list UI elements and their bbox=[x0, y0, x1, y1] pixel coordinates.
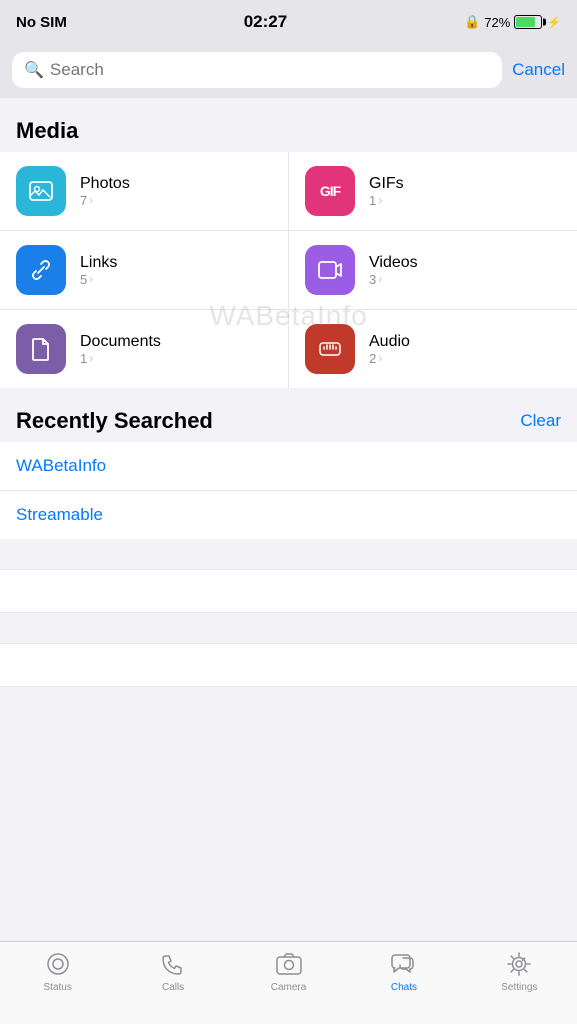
links-icon bbox=[16, 245, 66, 295]
search-input[interactable] bbox=[50, 60, 490, 80]
videos-icon bbox=[305, 245, 355, 295]
search-bar: 🔍 Cancel bbox=[0, 44, 577, 98]
lock-icon: 🔒 bbox=[464, 14, 480, 30]
audio-info: Audio 2 › bbox=[369, 333, 410, 366]
photos-count: 7 › bbox=[80, 193, 130, 208]
documents-label: Documents bbox=[80, 333, 161, 351]
photos-info: Photos 7 › bbox=[80, 175, 130, 208]
videos-info: Videos 3 › bbox=[369, 254, 418, 287]
documents-info: Documents 1 › bbox=[80, 333, 161, 366]
videos-count: 3 › bbox=[369, 272, 418, 287]
media-item-audio[interactable]: Audio 2 › bbox=[289, 310, 577, 388]
media-row-2: Links 5 › Videos 3 › bbox=[0, 231, 577, 310]
gifs-label: GIFs bbox=[369, 175, 404, 193]
time-label: 02:27 bbox=[244, 12, 287, 32]
camera-tab-icon bbox=[275, 950, 303, 978]
videos-label: Videos bbox=[369, 254, 418, 272]
recently-searched-title: Recently Searched bbox=[16, 408, 213, 434]
recent-search-wabetainfo[interactable]: WABetaInfo bbox=[0, 442, 577, 491]
audio-label: Audio bbox=[369, 333, 410, 351]
media-row-1: Photos 7 › GIF GIFs 1 › bbox=[0, 152, 577, 231]
gifs-info: GIFs 1 › bbox=[369, 175, 404, 208]
status-tab-label: Status bbox=[44, 982, 72, 993]
tab-bar: Status Calls Camera Chats Settings bbox=[0, 941, 577, 1024]
media-row-3: Documents 1 › Audio 2 › bbox=[0, 310, 577, 388]
chats-tab-label: Chats bbox=[391, 982, 417, 993]
media-item-photos[interactable]: Photos 7 › bbox=[0, 152, 289, 230]
empty-section-2 bbox=[0, 643, 577, 687]
gifs-icon: GIF bbox=[305, 166, 355, 216]
tab-calls[interactable]: Calls bbox=[115, 950, 230, 993]
tab-settings[interactable]: Settings bbox=[462, 950, 577, 993]
tab-status[interactable]: Status bbox=[0, 950, 115, 993]
media-item-documents[interactable]: Documents 1 › bbox=[0, 310, 289, 388]
cancel-button[interactable]: Cancel bbox=[512, 60, 565, 80]
media-item-videos[interactable]: Videos 3 › bbox=[289, 231, 577, 309]
gifs-count: 1 › bbox=[369, 193, 404, 208]
documents-icon bbox=[16, 324, 66, 374]
carrier-label: No SIM bbox=[16, 14, 67, 31]
links-count: 5 › bbox=[80, 272, 117, 287]
media-section-header: Media bbox=[0, 98, 577, 152]
battery-icon bbox=[514, 15, 542, 29]
documents-count: 1 › bbox=[80, 351, 161, 366]
recent-search-streamable[interactable]: Streamable bbox=[0, 491, 577, 539]
chats-tab-icon bbox=[390, 950, 418, 978]
status-right: 🔒 72% ⚡ bbox=[464, 14, 561, 30]
recent-search-list: WABetaInfo Streamable bbox=[0, 442, 577, 539]
links-label: Links bbox=[80, 254, 117, 272]
tab-chats[interactable]: Chats bbox=[346, 950, 461, 993]
search-input-wrapper[interactable]: 🔍 bbox=[12, 52, 502, 88]
status-bar: No SIM 02:27 🔒 72% ⚡ bbox=[0, 0, 577, 44]
calls-tab-icon bbox=[159, 950, 187, 978]
empty-section-1 bbox=[0, 569, 577, 613]
recently-searched-header: Recently Searched Clear bbox=[0, 388, 577, 442]
media-item-links[interactable]: Links 5 › bbox=[0, 231, 289, 309]
photos-label: Photos bbox=[80, 175, 130, 193]
camera-tab-label: Camera bbox=[271, 982, 307, 993]
search-magnifier-icon: 🔍 bbox=[24, 60, 44, 80]
charging-icon: ⚡ bbox=[547, 16, 561, 29]
settings-tab-label: Settings bbox=[501, 982, 537, 993]
calls-tab-label: Calls bbox=[162, 982, 184, 993]
photos-icon bbox=[16, 166, 66, 216]
media-item-gifs[interactable]: GIF GIFs 1 › bbox=[289, 152, 577, 230]
clear-button[interactable]: Clear bbox=[520, 411, 561, 431]
links-info: Links 5 › bbox=[80, 254, 117, 287]
media-grid: Photos 7 › GIF GIFs 1 › bbox=[0, 152, 577, 388]
main-content: Media Photos 7 › GIF bbox=[0, 98, 577, 687]
settings-tab-icon bbox=[505, 950, 533, 978]
status-tab-icon bbox=[44, 950, 72, 978]
tab-camera[interactable]: Camera bbox=[231, 950, 346, 993]
battery-percent: 72% bbox=[484, 15, 510, 30]
audio-count: 2 › bbox=[369, 351, 410, 366]
audio-icon bbox=[305, 324, 355, 374]
